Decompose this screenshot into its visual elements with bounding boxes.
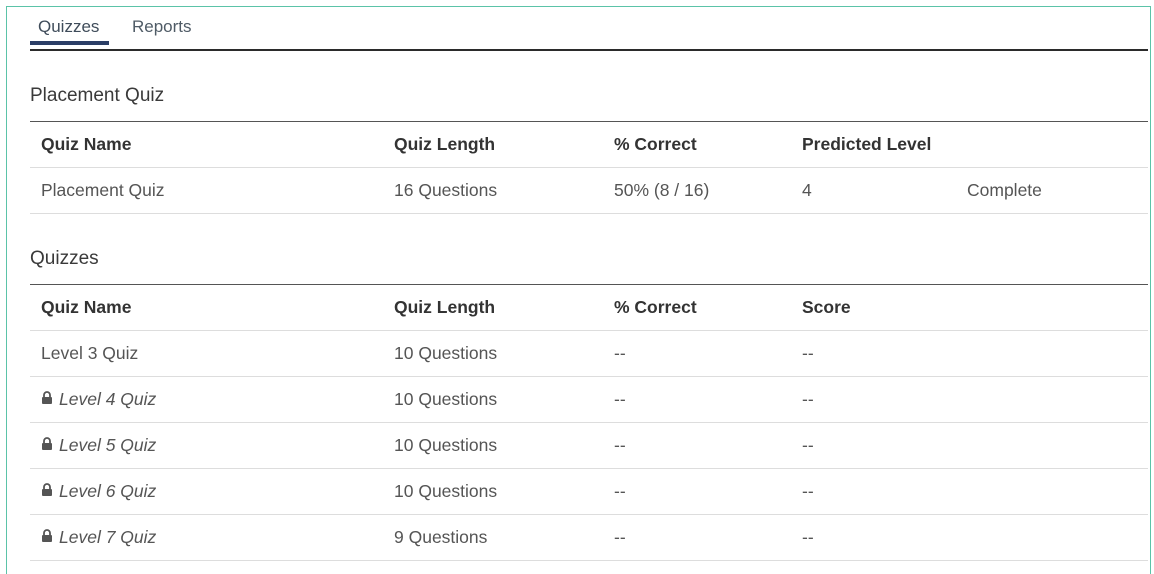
quiz-length: 10 Questions <box>383 330 603 377</box>
table-row: Level 5 Quiz 10 Questions -- -- <box>30 422 1148 469</box>
table-row[interactable]: Level 3 Quiz 10 Questions -- -- <box>30 330 1148 377</box>
quiz-name-cell: Level 4 Quiz <box>30 376 383 423</box>
status-complete: Complete <box>956 167 1148 214</box>
predicted-level: 4 <box>791 167 956 214</box>
quiz-length: 10 Questions <box>383 376 603 423</box>
column-header-predicted-level: Predicted Level <box>791 121 956 168</box>
placement-table: Quiz Name Quiz Length % Correct Predicte… <box>30 121 1148 214</box>
lock-icon <box>41 388 53 409</box>
quiz-length: 9 Questions <box>383 514 603 561</box>
column-header-quiz-length: Quiz Length <box>383 121 603 168</box>
table-row: Level 7 Quiz 9 Questions -- -- <box>30 514 1148 561</box>
score: -- <box>791 468 956 515</box>
score: -- <box>791 422 956 469</box>
lock-icon <box>41 526 53 547</box>
empty-cell <box>956 468 1148 515</box>
column-header-quiz-name: Quiz Name <box>30 284 383 331</box>
quiz-length: 10 Questions <box>383 468 603 515</box>
empty-cell <box>956 330 1148 377</box>
percent-correct: 50% (8 / 16) <box>603 167 791 214</box>
table-row: Level 4 Quiz 10 Questions -- -- <box>30 376 1148 423</box>
lock-icon <box>41 480 53 501</box>
column-header-percent-correct: % Correct <box>603 121 791 168</box>
score: -- <box>791 330 956 377</box>
tab-reports[interactable]: Reports <box>132 16 192 38</box>
tab-quizzes[interactable]: Quizzes <box>38 16 99 38</box>
table-header-row: Quiz Name Quiz Length % Correct Score <box>30 284 1148 331</box>
quiz-name: Level 6 Quiz <box>59 481 157 501</box>
quiz-name-cell: Level 6 Quiz <box>30 468 383 515</box>
percent-correct: -- <box>603 422 791 469</box>
table-row: Level 6 Quiz 10 Questions -- -- <box>30 468 1148 515</box>
active-tab-indicator <box>30 41 109 45</box>
column-header-blank <box>956 284 1148 331</box>
empty-cell <box>956 376 1148 423</box>
tab-bar: Quizzes Reports <box>30 0 1148 51</box>
placement-section-title: Placement Quiz <box>30 85 165 106</box>
empty-cell <box>956 514 1148 561</box>
quizzes-table: Quiz Name Quiz Length % Correct Score Le… <box>30 284 1148 561</box>
percent-correct: -- <box>603 468 791 515</box>
percent-correct: -- <box>603 376 791 423</box>
quiz-length: 16 Questions <box>383 167 603 214</box>
column-header-quiz-length: Quiz Length <box>383 284 603 331</box>
lock-icon <box>41 434 53 455</box>
quiz-name-cell: Level 7 Quiz <box>30 514 383 561</box>
quiz-name: Level 4 Quiz <box>59 389 157 409</box>
column-header-status <box>956 121 1148 168</box>
quiz-name: Level 7 Quiz <box>59 527 157 547</box>
table-row[interactable]: Placement Quiz 16 Questions 50% (8 / 16)… <box>30 167 1148 214</box>
column-header-percent-correct: % Correct <box>603 284 791 331</box>
quiz-name: Level 5 Quiz <box>59 435 157 455</box>
table-header-row: Quiz Name Quiz Length % Correct Predicte… <box>30 121 1148 168</box>
score: -- <box>791 514 956 561</box>
empty-cell <box>956 422 1148 469</box>
column-header-quiz-name: Quiz Name <box>30 121 383 168</box>
percent-correct: -- <box>603 330 791 377</box>
quiz-name[interactable]: Placement Quiz <box>30 167 383 214</box>
quizzes-section-title: Quizzes <box>30 248 99 269</box>
percent-correct: -- <box>603 514 791 561</box>
quiz-name-cell: Level 5 Quiz <box>30 422 383 469</box>
score: -- <box>791 376 956 423</box>
quiz-length: 10 Questions <box>383 422 603 469</box>
quiz-name[interactable]: Level 3 Quiz <box>30 330 383 377</box>
column-header-score: Score <box>791 284 956 331</box>
